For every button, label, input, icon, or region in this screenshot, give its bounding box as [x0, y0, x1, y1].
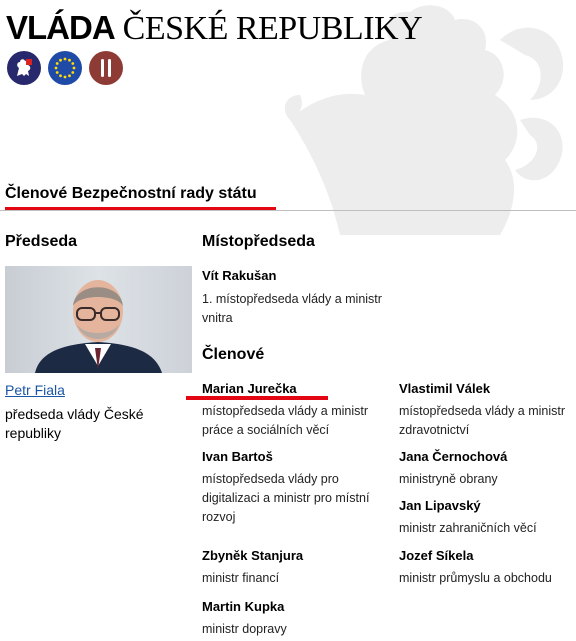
- member-name: Martin Kupka: [202, 599, 285, 614]
- brand-rest: ČESKÉ REPUBLIKY: [122, 10, 423, 47]
- member-role: ministr dopravy: [202, 622, 287, 636]
- columns-icon[interactable]: [89, 51, 123, 85]
- header-icons: [7, 51, 123, 85]
- member-role: ministr zahraničních věcí: [399, 521, 537, 535]
- member-name: Ivan Bartoš: [202, 449, 273, 464]
- member-role: ministryně obrany: [399, 472, 498, 486]
- divider: [0, 210, 576, 211]
- vice-name: Vít Rakušan: [202, 268, 277, 283]
- vice-role: 1. místopředseda vlády a ministr vnitra: [202, 292, 382, 325]
- member-name: Zbyněk Stanjura: [202, 548, 304, 563]
- brand-bold: VLÁDA: [6, 9, 116, 46]
- page-title: Členové Bezpečnostní rady státu: [5, 185, 257, 202]
- member-name: Vlastimil Válek: [399, 381, 491, 396]
- members-heading: Členové: [202, 346, 265, 363]
- member-name: Jozef Síkela: [399, 548, 474, 563]
- member-role: ministr financí: [202, 571, 280, 585]
- member-name: Jana Černochová: [399, 449, 508, 464]
- eu-stars-icon[interactable]: [48, 51, 82, 85]
- chair-photo[interactable]: [5, 266, 192, 373]
- vice-heading: Místopředseda: [202, 233, 315, 250]
- member-name: Jan Lipavský: [399, 498, 481, 513]
- member-role: ministr průmyslu a obchodu: [399, 571, 552, 585]
- chair-heading: Předseda: [5, 233, 78, 250]
- member-role: místopředseda vlády a ministr práce a so…: [202, 404, 369, 437]
- member-name: Marian Jurečka: [202, 381, 297, 396]
- member-role: místopředseda vlády a ministr zdravotnic…: [399, 404, 566, 437]
- chair-role: předseda vlády České republiky: [5, 406, 144, 441]
- chair-name-link[interactable]: Petr Fiala: [5, 382, 65, 398]
- lion-emblem-icon[interactable]: [7, 51, 41, 85]
- site-logo[interactable]: VLÁDA ČESKÉ REPUBLIKY: [6, 9, 423, 47]
- member-role: místopředseda vlády pro digitalizaci a m…: [202, 472, 370, 524]
- member-underline: [186, 396, 328, 400]
